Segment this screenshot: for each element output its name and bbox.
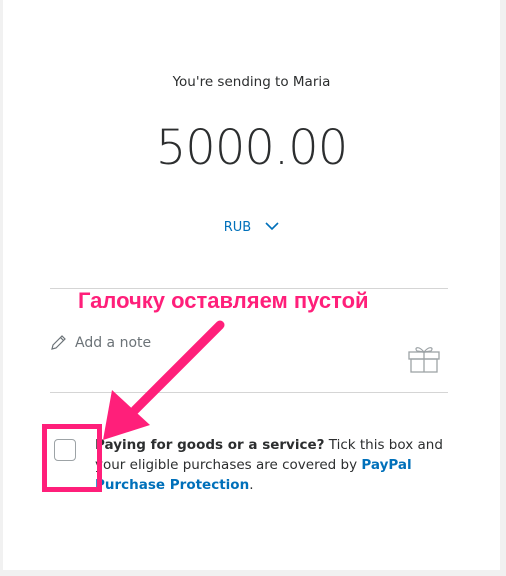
annotation-label: Галочку оставляем пустой [78,288,369,313]
